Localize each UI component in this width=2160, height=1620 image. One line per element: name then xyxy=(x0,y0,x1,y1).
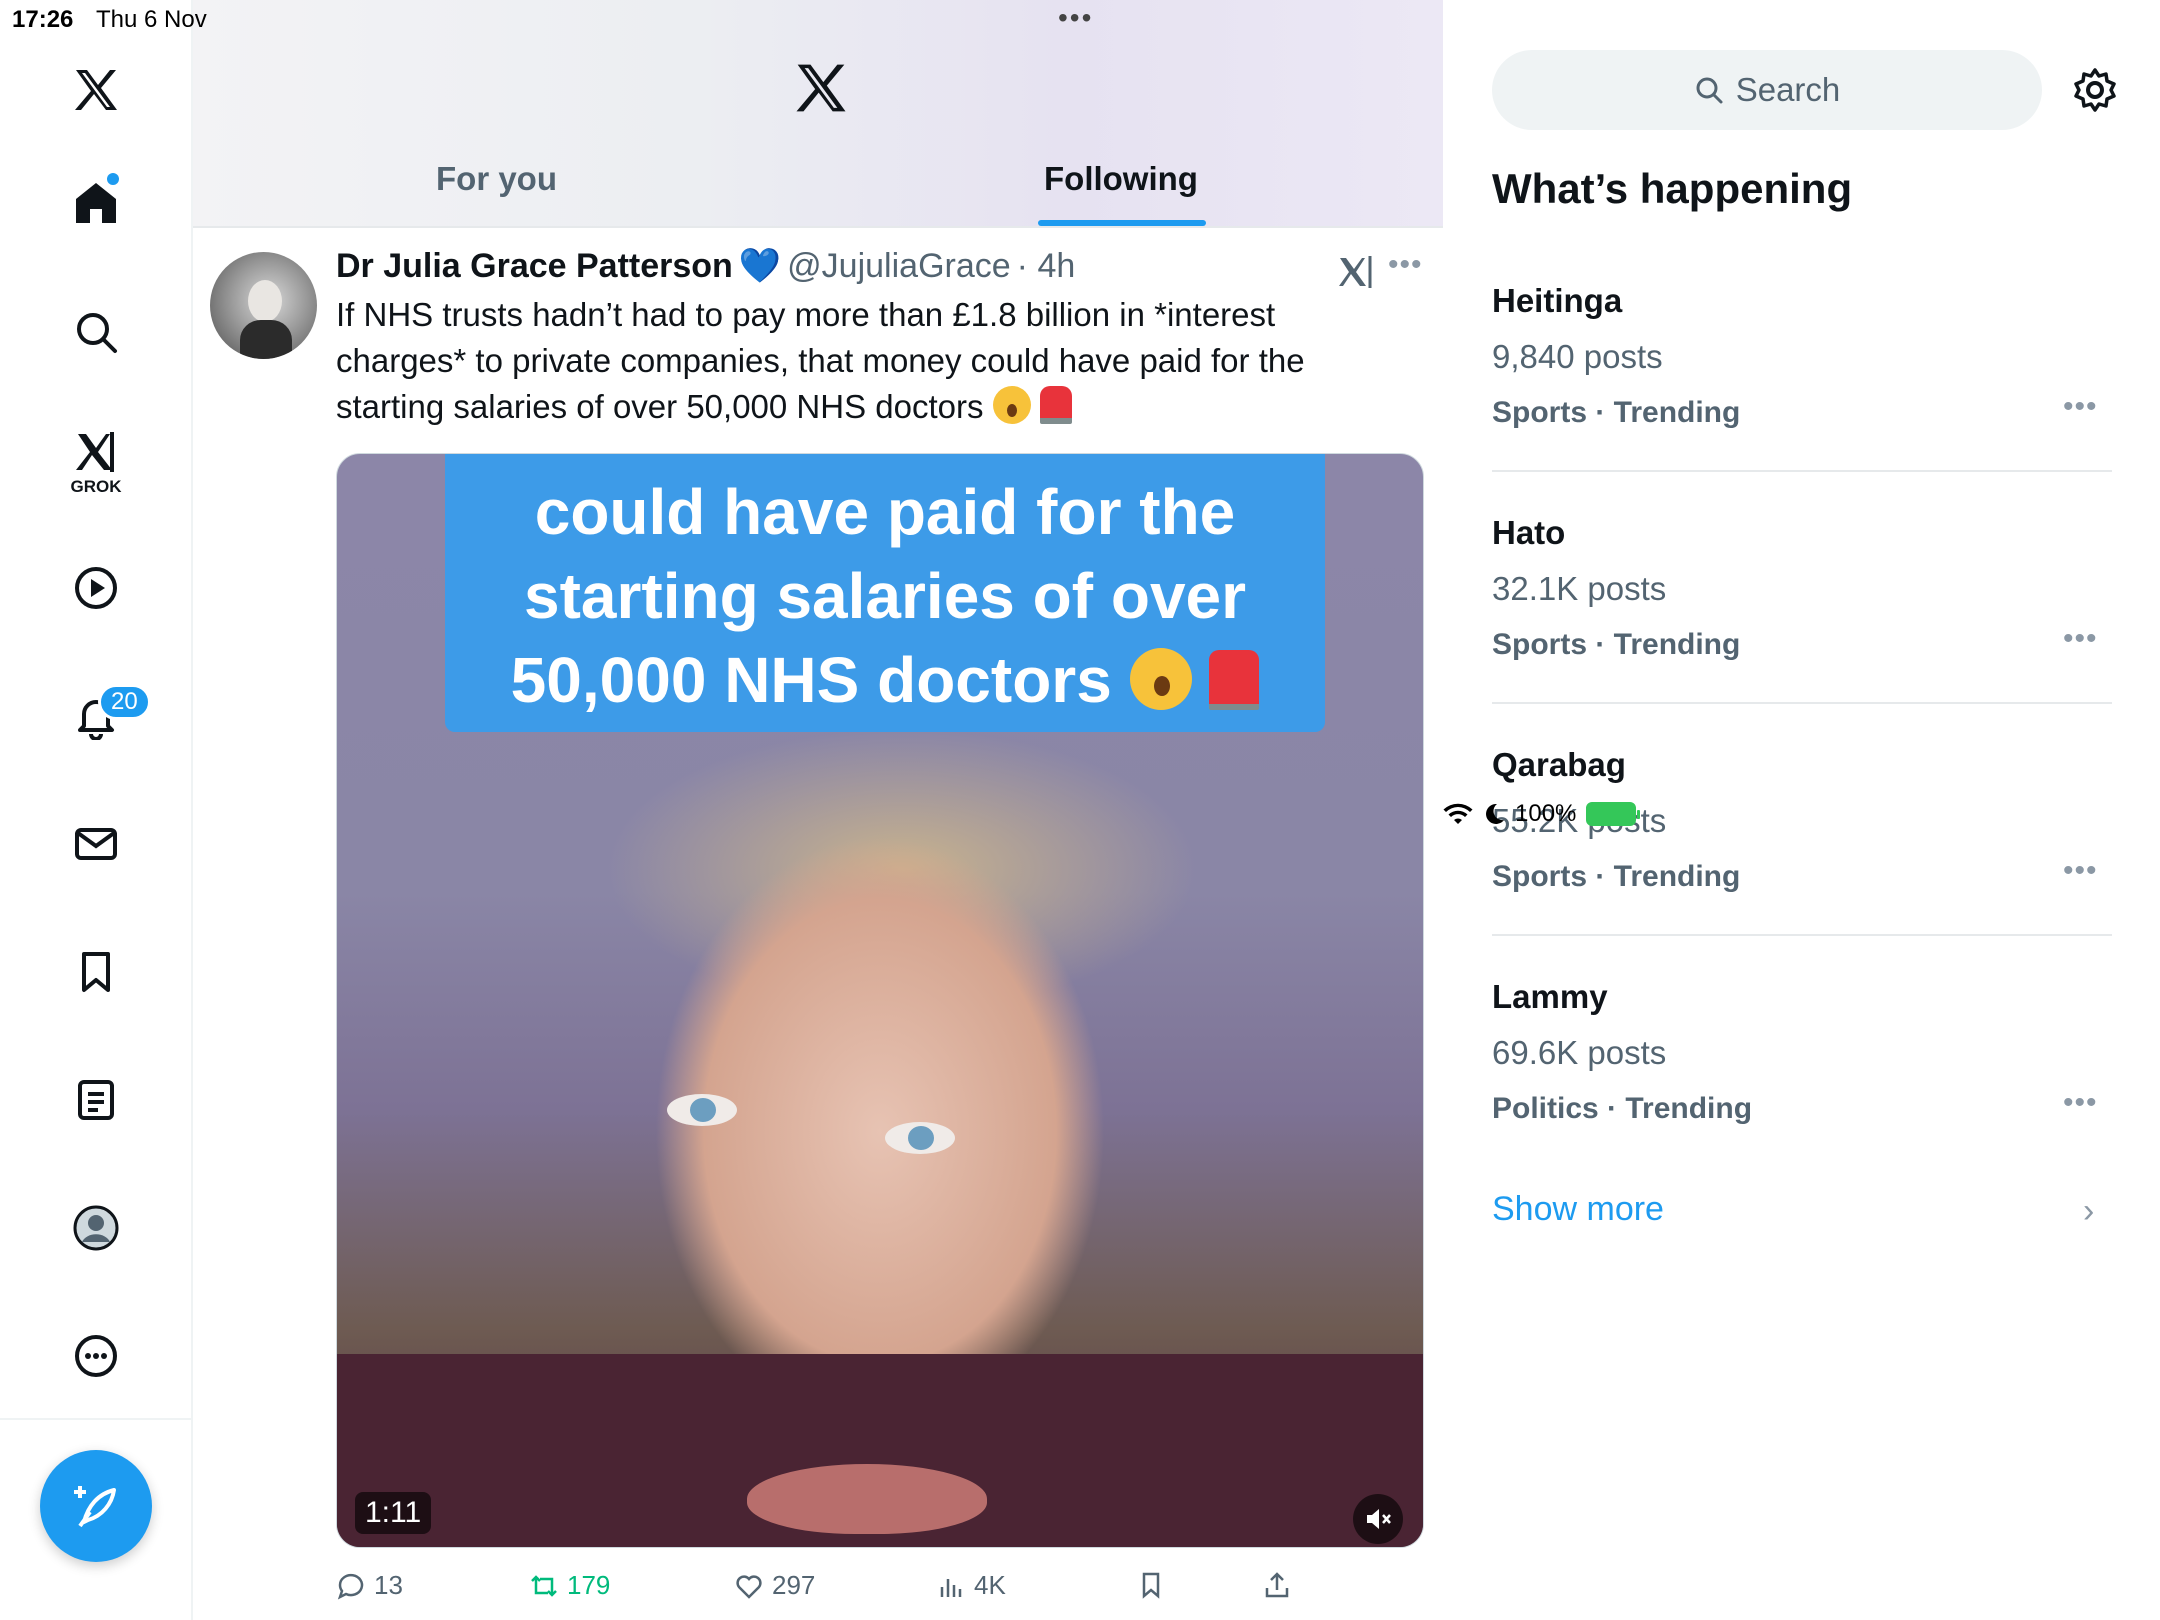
video-frame-mouth xyxy=(747,1464,987,1534)
video-caption-line: starting salaries of over xyxy=(523,560,1247,632)
post-handle[interactable]: @JujuliaGrace xyxy=(787,247,1011,286)
status-right: 100% xyxy=(1443,4,2160,1620)
post-text: If NHS trusts hadn’t had to pay more tha… xyxy=(336,292,1396,430)
share-icon xyxy=(1265,1572,1289,1598)
bookmark-icon[interactable] xyxy=(56,932,136,1012)
repost-icon xyxy=(531,1574,557,1597)
list-icon[interactable] xyxy=(56,1060,136,1140)
home-icon[interactable] xyxy=(56,163,136,243)
views-button[interactable]: 4K xyxy=(936,1570,1006,1601)
blue-heart-icon: 💙 xyxy=(738,247,782,285)
moon-icon xyxy=(1486,803,1504,824)
analytics-icon xyxy=(940,1578,962,1597)
left-nav: GROK 20 xyxy=(0,0,193,1620)
wifi-icon xyxy=(1443,803,1473,824)
post-header: Dr Julia Grace Patterson 💙 @JujuliaGrace… xyxy=(336,246,1075,286)
video-frame-eye xyxy=(885,1122,955,1154)
video-caption-line-3: 50,000 NHS doctors xyxy=(445,638,1325,722)
astonished-face-icon xyxy=(992,386,1031,424)
speaker-muted-icon xyxy=(1367,1509,1391,1529)
grok-label: GROK xyxy=(70,477,122,496)
mute-button[interactable] xyxy=(1353,1494,1403,1544)
active-tab-indicator xyxy=(1038,220,1206,226)
timeline: For you Following Dr Julia Grace Patters… xyxy=(193,0,1443,1620)
like-button[interactable]: 297 xyxy=(734,1570,815,1601)
like-count: 297 xyxy=(772,1570,816,1600)
reply-button[interactable]: 13 xyxy=(336,1570,403,1601)
x-logo-icon[interactable] xyxy=(56,50,136,130)
status-bar: 17:26 Thu 6 Nov ••• 100% xyxy=(0,0,2160,827)
heart-icon xyxy=(736,1574,762,1599)
tab-following[interactable]: Following xyxy=(1044,160,1198,198)
astonished-face-icon xyxy=(1129,648,1192,710)
compose-feather-icon xyxy=(74,1486,116,1528)
x-logo-icon xyxy=(796,64,846,112)
post-text-body: If NHS trusts hadn’t had to pay more tha… xyxy=(336,296,1305,425)
status-time: 17:26 xyxy=(12,6,74,33)
video-icon[interactable] xyxy=(56,548,136,628)
reply-icon xyxy=(337,1573,364,1599)
repost-count: 179 xyxy=(567,1570,611,1600)
view-count: 4K xyxy=(974,1570,1006,1600)
compose-post-button[interactable] xyxy=(40,1450,152,1562)
notifications-badge: 20 xyxy=(98,684,151,720)
avatar[interactable] xyxy=(210,252,317,359)
battery-percent: 100% xyxy=(1515,800,1577,827)
video-caption-line: could have paid for the xyxy=(534,476,1236,548)
video-duration: 1:11 xyxy=(355,1492,432,1534)
grok-explain-icon[interactable] xyxy=(1336,252,1376,292)
post-author[interactable]: Dr Julia Grace Patterson xyxy=(336,247,733,286)
multitasking-dots-icon[interactable]: ••• xyxy=(1058,2,1093,34)
mail-icon[interactable] xyxy=(56,804,136,884)
video-frame-eye xyxy=(667,1094,737,1126)
repost-button[interactable]: 179 xyxy=(529,1570,610,1601)
bookmark-post-button[interactable] xyxy=(1136,1570,1166,1600)
post-more-icon[interactable]: ••• xyxy=(1388,248,1423,282)
profile-icon[interactable] xyxy=(56,1188,136,1268)
home-unread-dot xyxy=(107,173,119,185)
status-date: Thu 6 Nov xyxy=(96,6,207,33)
video-caption-line: 50,000 NHS doctors xyxy=(510,644,1112,716)
siren-icon xyxy=(1209,650,1260,710)
tab-for-you[interactable]: For you xyxy=(436,160,557,198)
post-actions: 13 179 297 4K xyxy=(336,1570,1424,1620)
siren-icon xyxy=(1039,386,1072,424)
search-icon[interactable] xyxy=(56,292,136,372)
battery-icon xyxy=(1586,802,1641,826)
reply-count: 13 xyxy=(374,1570,403,1600)
more-icon[interactable] xyxy=(56,1316,136,1396)
video-caption: could have paid for the starting salarie… xyxy=(445,454,1325,732)
bookmark-icon xyxy=(1142,1572,1160,1599)
post[interactable]: Dr Julia Grace Patterson 💙 @JujuliaGrace… xyxy=(193,230,1443,1620)
share-button[interactable] xyxy=(1262,1570,1292,1600)
post-time: · 4h xyxy=(1016,246,1076,285)
video-player[interactable]: could have paid for the starting salarie… xyxy=(336,453,1424,1548)
nav-divider xyxy=(0,1418,193,1420)
